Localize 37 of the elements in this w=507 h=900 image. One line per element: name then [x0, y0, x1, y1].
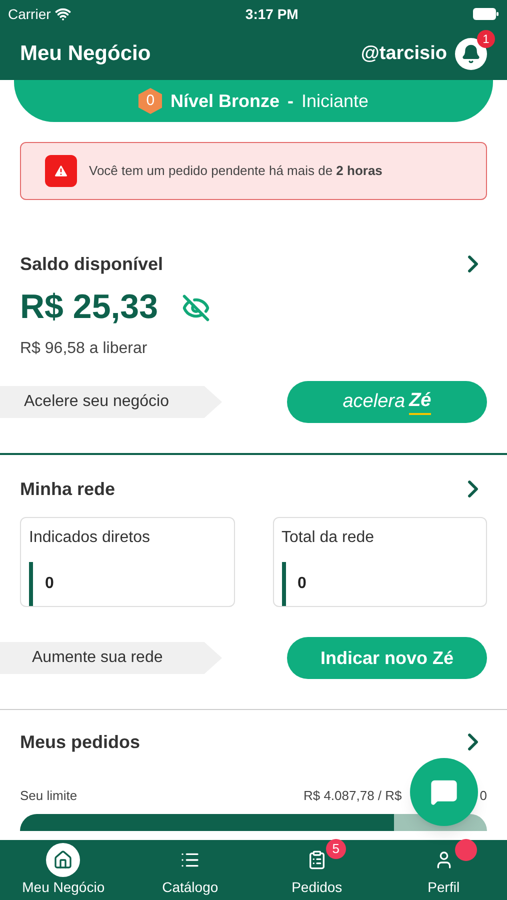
clock: 3:17 PM — [245, 4, 298, 24]
tab-item[interactable]: Perfil — [380, 840, 507, 900]
section-title: Minha rede — [20, 478, 116, 500]
stat-label: Total da rede — [282, 528, 376, 548]
level-badge: 0 — [138, 88, 162, 114]
bell-icon — [461, 44, 481, 64]
carrier-label: Carrier — [8, 4, 51, 24]
help-chat-icon — [430, 778, 458, 806]
warning-icon — [45, 155, 77, 187]
section-title: Meus pedidos — [20, 730, 140, 754]
clipboard-icon — [306, 850, 327, 870]
battery-icon — [472, 8, 499, 20]
hide-balance-icon[interactable] — [182, 294, 210, 322]
promo-label: Acelere seu negócio — [0, 386, 222, 418]
balance-amount: R$ 25,33 — [20, 287, 158, 328]
limit-amount-tail: 0 — [480, 787, 487, 805]
limit-label: Seu limite — [20, 787, 78, 805]
tab-item[interactable]: Meu Negócio — [0, 840, 127, 900]
alert-message: Você tem um pedido pendente há mais de 2 horas — [89, 162, 382, 180]
level-name: Nível Bronze — [170, 90, 280, 112]
level-separator: - — [287, 90, 294, 112]
stat-value: 0 — [45, 574, 54, 594]
tab-item[interactable]: Catálogo — [126, 840, 254, 900]
username: @tarcisio — [360, 42, 447, 66]
promo-label: Aumente sua rede — [0, 642, 222, 674]
level-stage: Iniciante — [301, 90, 369, 112]
tab-item[interactable]: 5 Pedidos — [254, 840, 380, 900]
pending-amount: R$ 96,58 a liberar — [20, 339, 148, 359]
stat-label: Indicados diretos — [29, 528, 151, 548]
tab-badge: 5 — [326, 839, 346, 859]
stat-value: 0 — [298, 574, 306, 594]
page-title: Meu Negócio — [20, 41, 151, 68]
notification-badge: 1 — [477, 30, 495, 48]
section-title: Saldo disponível — [20, 252, 164, 276]
limit-amount: R$ 4.087,78 / R$ — [303, 787, 402, 805]
home-icon — [53, 850, 74, 870]
wifi-icon — [54, 6, 71, 22]
